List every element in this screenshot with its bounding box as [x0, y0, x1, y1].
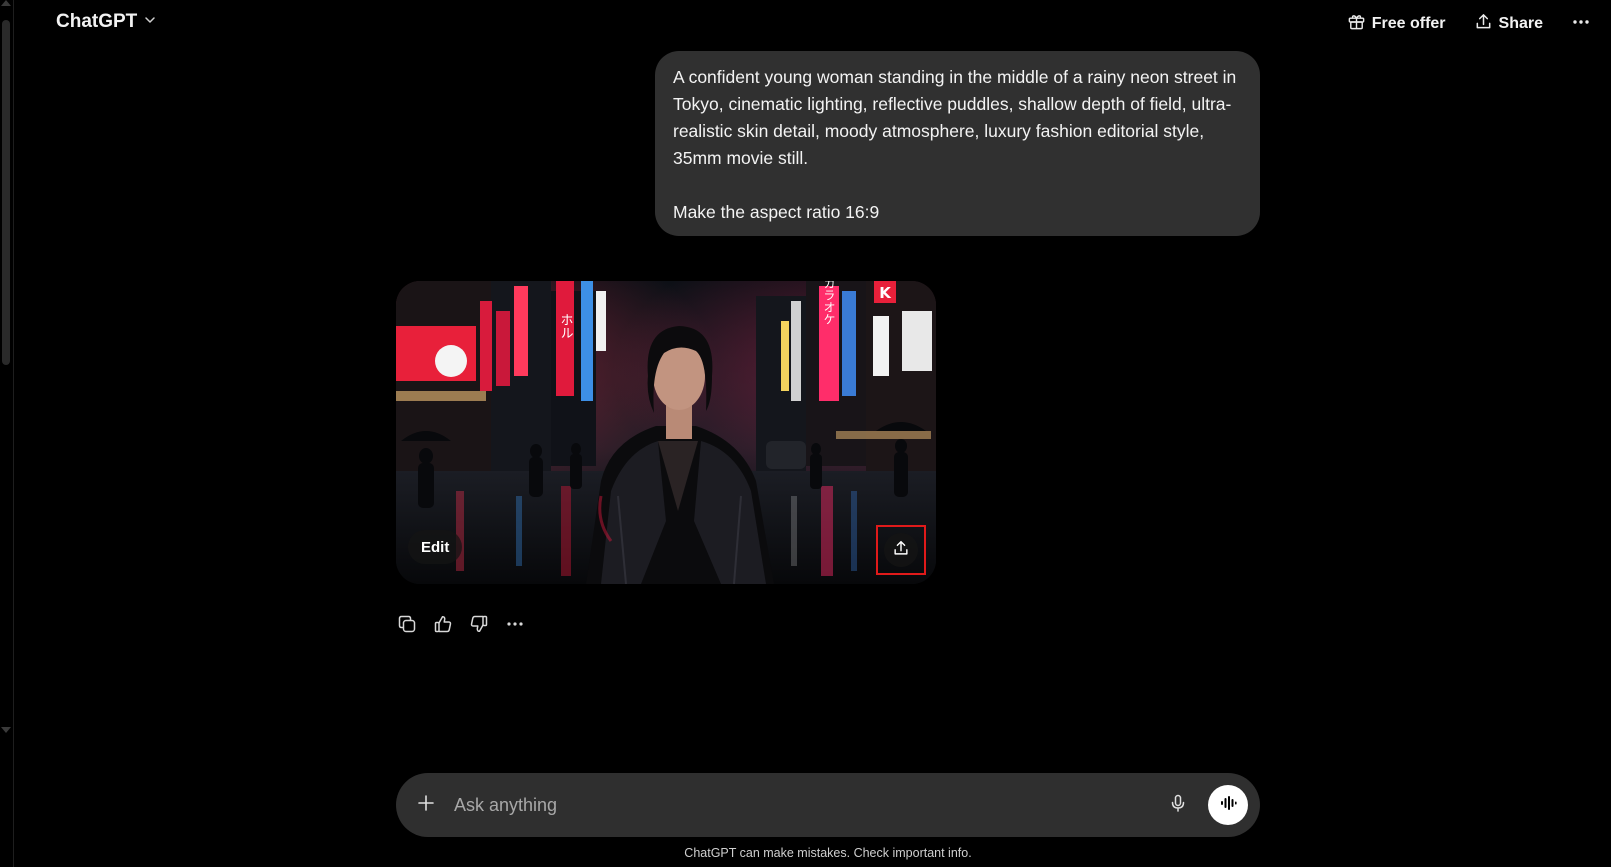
attach-button[interactable] [414, 793, 438, 817]
disclaimer: ChatGPT can make mistakes. Check importa… [684, 846, 972, 860]
share-label: Share [1498, 15, 1543, 32]
edit-label: Edit [421, 538, 450, 556]
voice-mode-button[interactable] [1208, 785, 1248, 825]
model-name: ChatGPT [56, 11, 138, 32]
plus-icon [416, 793, 436, 818]
top-actions: Free offer Share [1347, 12, 1591, 36]
left-scroll-rail[interactable] [0, 0, 14, 867]
share-upload-icon [892, 539, 910, 562]
scrollbar-thumb[interactable] [2, 20, 10, 365]
thumbs-up-icon [433, 614, 453, 639]
thumbs-down-button[interactable] [468, 615, 490, 637]
model-switcher[interactable]: ChatGPT [56, 11, 157, 33]
edit-image-button[interactable]: Edit [408, 530, 463, 564]
more-options-button[interactable] [1571, 14, 1591, 34]
gift-icon [1347, 12, 1366, 36]
microphone-icon [1168, 793, 1188, 818]
composer [396, 773, 1260, 837]
copy-button[interactable] [396, 615, 418, 637]
user-message-paragraph: A confident young woman standing in the … [673, 67, 1237, 168]
generated-image-scene: ホル カラオケ K [396, 281, 936, 584]
generated-image[interactable]: ホル カラオケ K Edit [396, 281, 936, 584]
copy-icon [397, 614, 417, 639]
neon-sign-text: ホル [558, 313, 573, 339]
more-horizontal-icon [1571, 12, 1591, 37]
scroll-down-arrow[interactable] [1, 727, 11, 733]
thumbs-down-icon [469, 614, 489, 639]
neon-sign-text: カラオケ [822, 281, 836, 325]
share-image-button[interactable] [876, 525, 926, 575]
user-message-bubble: A confident young woman standing in the … [655, 51, 1260, 236]
share-image-button-inner[interactable] [884, 533, 918, 567]
user-message-paragraph: Make the aspect ratio 16:9 [673, 202, 880, 222]
message-actions [396, 615, 526, 637]
dictate-button[interactable] [1166, 793, 1190, 817]
more-horizontal-icon [505, 614, 525, 639]
share-upload-icon [1474, 12, 1493, 36]
prompt-input[interactable] [454, 791, 1154, 819]
share-button[interactable]: Share [1474, 12, 1543, 36]
thumbs-up-button[interactable] [432, 615, 454, 637]
top-bar: ChatGPT Free offer Share [0, 0, 1611, 46]
free-offer-button[interactable]: Free offer [1347, 12, 1446, 36]
free-offer-label: Free offer [1371, 15, 1446, 32]
more-actions-button[interactable] [504, 615, 526, 637]
neon-sign-text: K [879, 284, 892, 302]
voice-mode-icon [1218, 793, 1238, 818]
chevron-down-icon [143, 13, 157, 32]
